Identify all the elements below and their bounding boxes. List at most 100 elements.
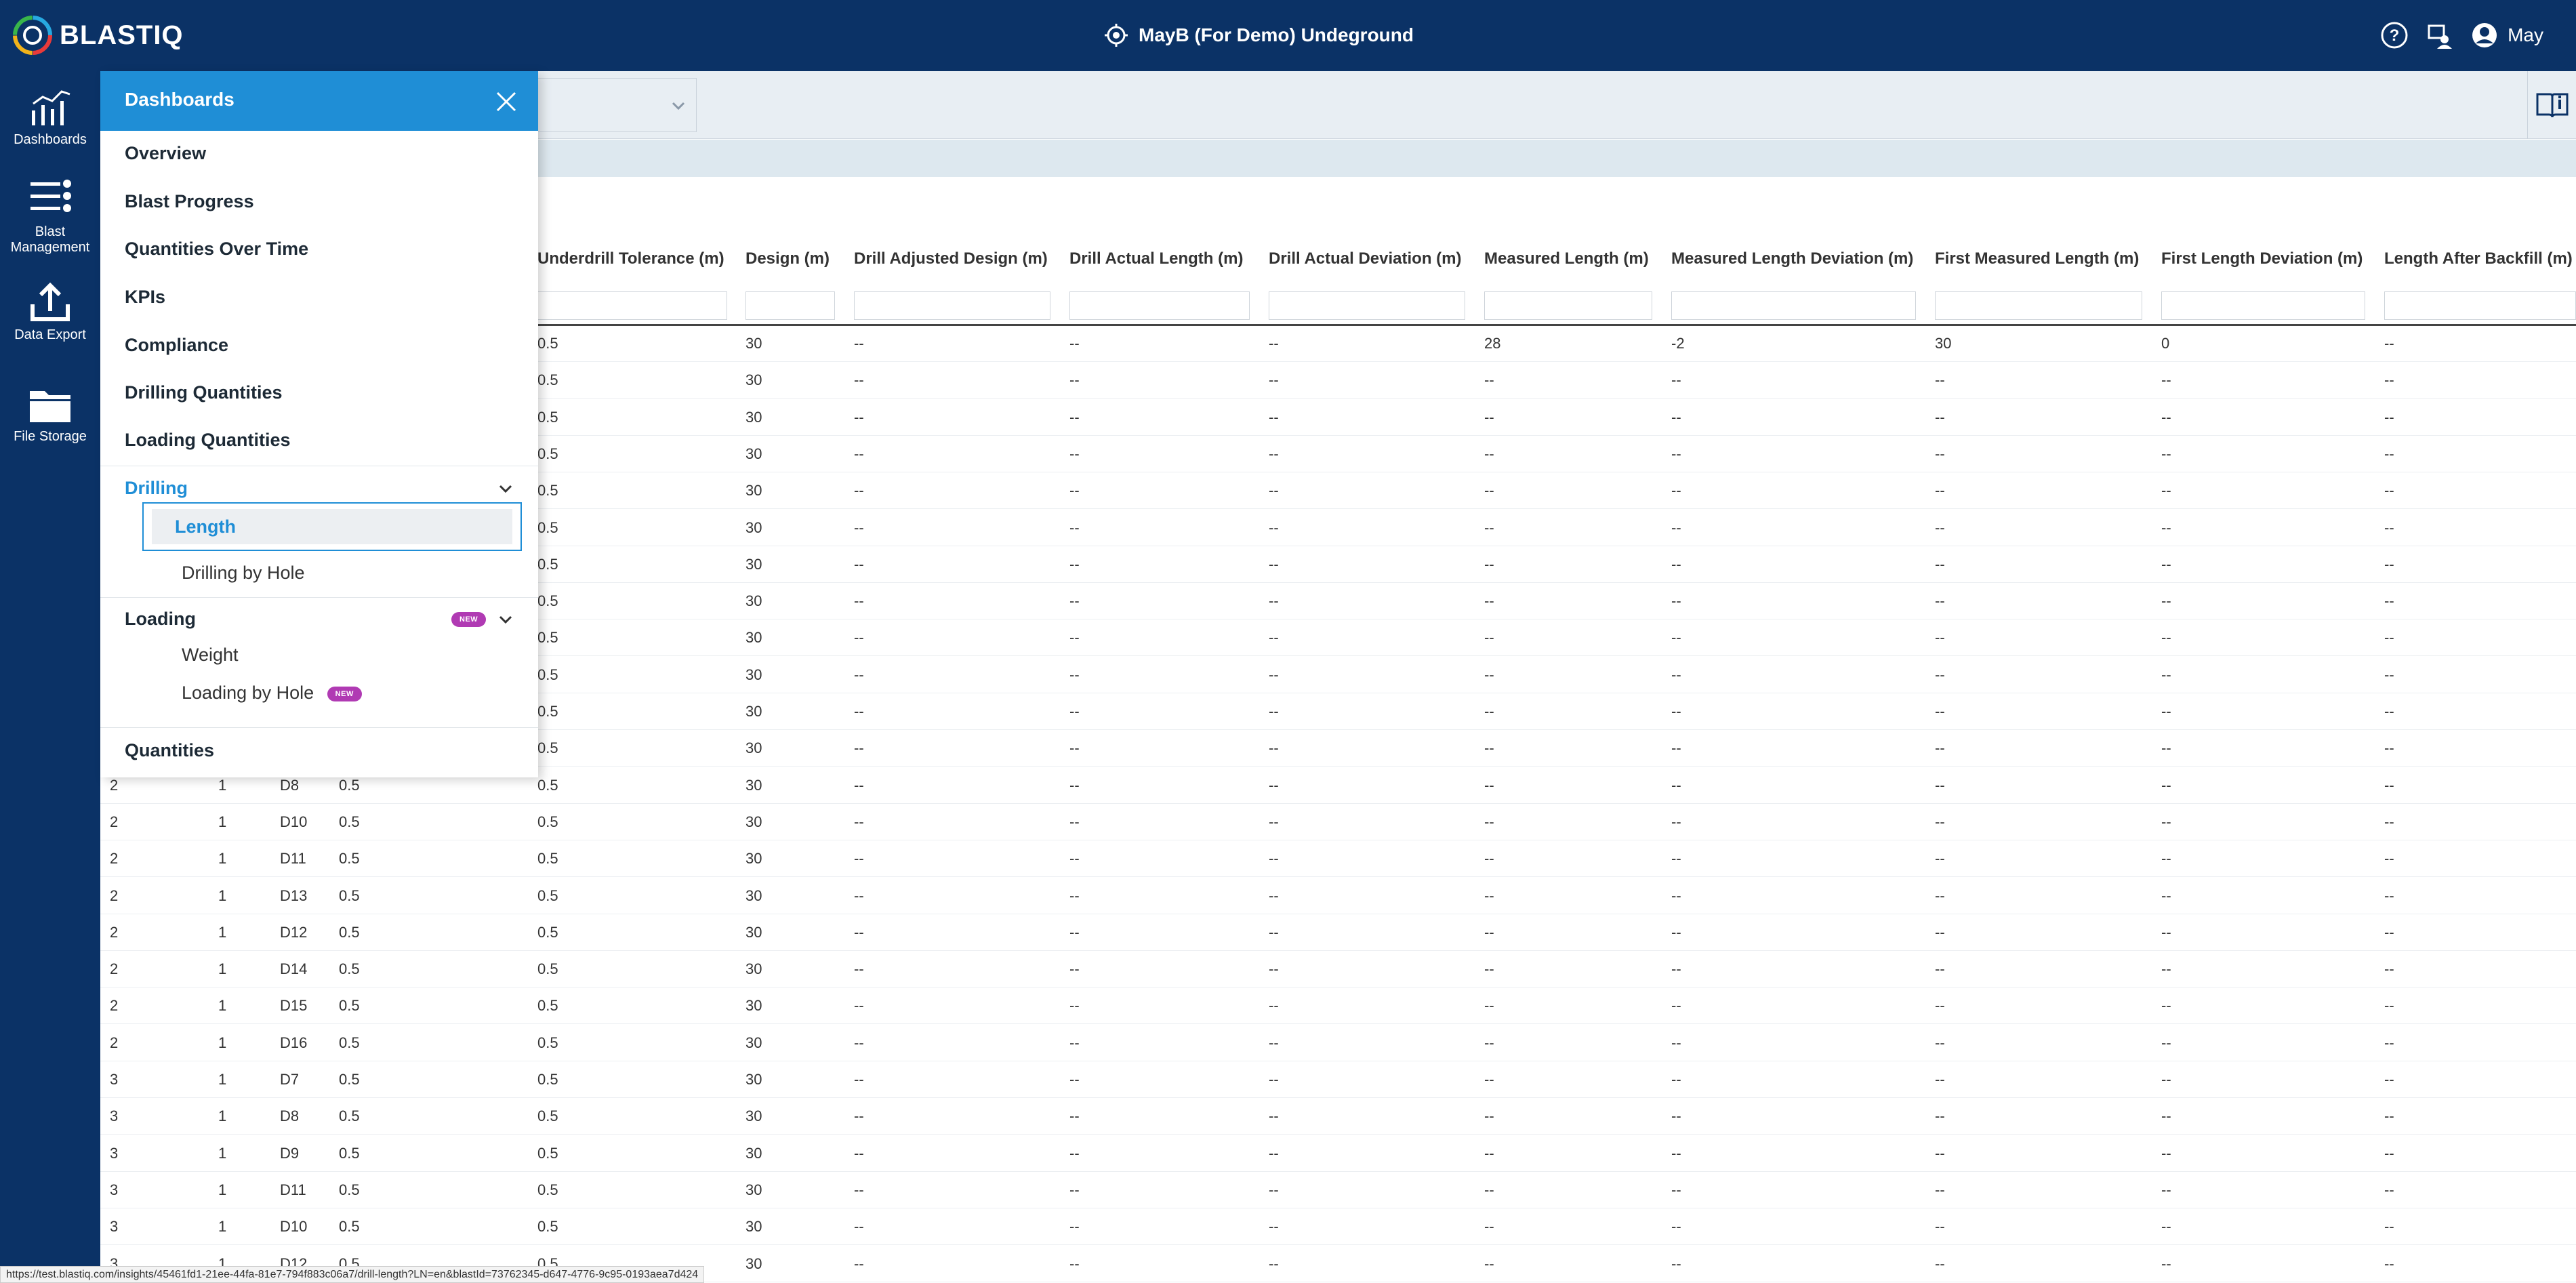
rail-item-data-export[interactable]: Data Export: [0, 266, 100, 368]
column-header[interactable]: First Length Deviation (m): [2161, 249, 2363, 268]
column-header[interactable]: Length After Backfill (m): [2384, 249, 2573, 268]
app-logo[interactable]: BLASTIQ: [12, 14, 184, 57]
table-cell: --: [2384, 1034, 2394, 1051]
table-cell: --: [1935, 592, 1945, 610]
user-menu[interactable]: May: [2471, 22, 2543, 49]
table-cell: 2: [110, 1034, 119, 1051]
table-row[interactable]: 2 1 D13 0.5 0.5 30 -- -- -- -- -- -- -- --: [100, 878, 2576, 914]
column-filter-input[interactable]: [2161, 291, 2365, 320]
help-icon[interactable]: ?: [2380, 21, 2409, 49]
table-cell: --: [1069, 555, 1080, 573]
table-cell: --: [1269, 629, 1279, 647]
column-filter-input[interactable]: [745, 291, 835, 320]
table-row[interactable]: 2 1 D15 0.5 0.5 30 -- -- -- -- -- -- -- --: [100, 987, 2576, 1025]
table-cell: 1: [218, 850, 227, 868]
table-row[interactable]: 3 1 D7 0.5 0.5 30 -- -- -- -- -- -- -- --: [100, 1061, 2576, 1098]
menu-item-drilling-by-hole[interactable]: Drilling by Hole: [182, 563, 305, 584]
table-row[interactable]: 2 1 D16 0.5 0.5 30 -- -- -- -- -- -- -- --: [100, 1025, 2576, 1061]
column-header[interactable]: Measured Length (m): [1484, 249, 1649, 268]
column-filter-input[interactable]: [1671, 291, 1916, 320]
table-row[interactable]: 3 1 D9 0.5 0.5 30 -- -- -- -- -- -- -- --: [100, 1135, 2576, 1172]
table-cell: 0.5: [537, 850, 558, 868]
table-cell: --: [854, 960, 864, 978]
table-cell: --: [2384, 887, 2394, 904]
table-cell: --: [854, 1107, 864, 1125]
menu-item-loading-quantities[interactable]: Loading Quantities: [125, 430, 291, 451]
column-filter-input[interactable]: [537, 291, 727, 320]
table-cell: 3: [110, 1181, 119, 1198]
table-cell: 0.5: [537, 887, 558, 904]
column-header[interactable]: First Measured Length (m): [1935, 249, 2139, 268]
table-cell: --: [1069, 629, 1080, 647]
chevron-down-icon[interactable]: [497, 481, 514, 497]
site-selector[interactable]: MayB (For Demo) Undeground: [1105, 16, 1414, 54]
column-header[interactable]: Drill Actual Deviation (m): [1269, 249, 1461, 268]
table-cell: --: [2384, 1107, 2394, 1125]
column-header[interactable]: Drill Actual Length (m): [1069, 249, 1243, 268]
table-cell: --: [1269, 997, 1279, 1015]
menu-item-drilling-quantities[interactable]: Drilling Quantities: [125, 382, 283, 403]
top-bar: BLASTIQ MayB (For Demo) Undeground ? May: [0, 0, 2576, 71]
dashboards-panel: Dashboards Overview Blast Progress Quant…: [100, 71, 538, 777]
menu-item-blast-progress[interactable]: Blast Progress: [125, 191, 254, 212]
table-row[interactable]: 3 1 D8 0.5 0.5 30 -- -- -- -- -- -- -- --: [100, 1098, 2576, 1135]
column-filter-input[interactable]: [2384, 291, 2576, 320]
column-header[interactable]: Underdrill Tolerance (m): [537, 249, 724, 268]
table-cell: 1: [218, 1181, 227, 1198]
menu-item-length[interactable]: Length: [142, 502, 522, 551]
table-cell: --: [1484, 629, 1494, 647]
column-header[interactable]: Measured Length Deviation (m): [1671, 249, 1913, 268]
menu-item-quantities[interactable]: Quantities: [125, 740, 214, 761]
menu-item-overview[interactable]: Overview: [125, 143, 206, 164]
column-header[interactable]: Drill Adjusted Design (m): [854, 249, 1048, 268]
table-cell: --: [1069, 1255, 1080, 1272]
table-cell: --: [1484, 776, 1494, 794]
table-cell: --: [2384, 703, 2394, 720]
table-row[interactable]: 2 1 D10 0.5 0.5 30 -- -- -- -- -- -- -- --: [100, 804, 2576, 840]
table-cell: 0.5: [339, 887, 360, 904]
table-row[interactable]: 3 1 D11 0.5 0.5 30 -- -- -- -- -- -- -- --: [100, 1172, 2576, 1208]
table-cell: --: [854, 555, 864, 573]
menu-divider: [100, 597, 538, 598]
table-cell: --: [1935, 776, 1945, 794]
menu-item-kpis[interactable]: KPIs: [125, 287, 165, 308]
column-filter-input[interactable]: [854, 291, 1050, 320]
status-url: https://test.blastiq.com/insights/45461f…: [0, 1266, 705, 1283]
switch-user-icon[interactable]: [2426, 22, 2453, 49]
table-cell: --: [1671, 445, 1681, 462]
user-avatar-icon: [2472, 23, 2497, 47]
table-cell: --: [1069, 1107, 1080, 1125]
column-filter-input[interactable]: [1269, 291, 1465, 320]
table-cell: --: [1484, 1144, 1494, 1162]
info-panel-toggle[interactable]: [2527, 71, 2576, 139]
table-cell: 30: [1935, 335, 1952, 352]
table-cell: --: [2161, 592, 2171, 610]
table-cell: --: [1935, 1255, 1945, 1272]
column-filter-input[interactable]: [1484, 291, 1652, 320]
table-row[interactable]: 2 1 D14 0.5 0.5 30 -- -- -- -- -- -- -- --: [100, 951, 2576, 988]
column-filter-input[interactable]: [1069, 291, 1250, 320]
rail-item-blast-management[interactable]: Blast Management: [0, 163, 100, 266]
rail-item-dashboards[interactable]: Dashboards: [0, 71, 100, 163]
dashboards-icon: [32, 90, 70, 125]
table-row[interactable]: 3 1 D10 0.5 0.5 30 -- -- -- -- -- -- -- --: [100, 1208, 2576, 1246]
table-row[interactable]: 2 1 D11 0.5 0.5 30 -- -- -- -- -- -- -- --: [100, 840, 2576, 878]
menu-group-drilling[interactable]: Drilling: [125, 478, 188, 499]
table-cell: --: [1671, 592, 1681, 610]
table-cell: --: [854, 813, 864, 830]
menu-item-loading-by-hole[interactable]: Loading by Hole NEW: [182, 683, 362, 704]
table-row[interactable]: 2 1 D12 0.5 0.5 30 -- -- -- -- -- -- -- --: [100, 914, 2576, 951]
table-cell: 2: [110, 850, 119, 868]
menu-group-loading[interactable]: Loading: [125, 609, 196, 630]
filter-dropdown[interactable]: [534, 78, 697, 132]
table-cell: --: [1935, 482, 1945, 500]
menu-item-weight[interactable]: Weight: [182, 645, 239, 666]
menu-item-compliance[interactable]: Compliance: [125, 335, 228, 356]
close-icon[interactable]: [495, 90, 518, 113]
menu-item-quantities-over-time[interactable]: Quantities Over Time: [125, 239, 308, 260]
rail-item-file-storage[interactable]: File Storage: [0, 368, 100, 470]
column-filter-input[interactable]: [1935, 291, 2142, 320]
chevron-down-icon[interactable]: [497, 611, 514, 628]
table-cell: --: [1935, 1107, 1945, 1125]
column-header[interactable]: Design (m): [745, 249, 830, 268]
